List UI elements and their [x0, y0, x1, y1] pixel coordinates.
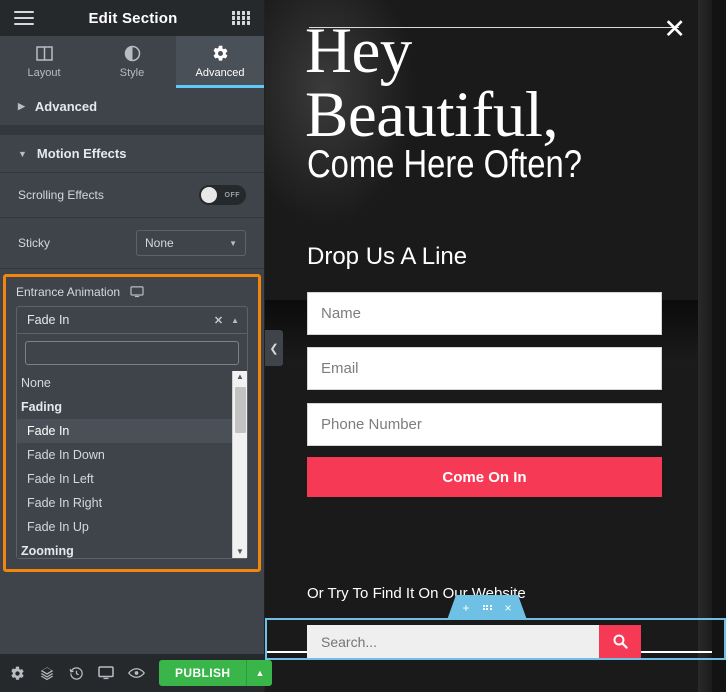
scrollbar-thumb[interactable] [235, 387, 246, 433]
grid-apps-icon[interactable] [231, 11, 250, 25]
drag-handle-dots-icon[interactable] [483, 605, 492, 611]
magnifier-icon [612, 634, 628, 649]
settings-gear-icon[interactable] [10, 666, 25, 681]
panel-header: Edit Section [0, 0, 264, 36]
preview-eye-icon[interactable] [128, 667, 145, 679]
elementor-editor: Edit Section Layout Style Advanced ▶ Adv… [0, 0, 726, 692]
scrolling-effects-label: Scrolling Effects [18, 188, 104, 202]
tab-style-label: Style [119, 67, 145, 79]
option-fade-in-right[interactable]: Fade In Right [17, 491, 232, 515]
entrance-animation-label-row: Entrance Animation [16, 285, 248, 299]
section-edit-toolbar: + × [447, 595, 527, 620]
popup-close-x-icon[interactable]: ✕ [663, 16, 686, 43]
option-none[interactable]: None [17, 371, 232, 395]
panel-title: Edit Section [88, 9, 178, 27]
option-fade-in[interactable]: Fade In [17, 419, 232, 443]
hamburger-icon[interactable] [14, 11, 34, 25]
entrance-animation-label: Entrance Animation [16, 285, 121, 299]
search-form [307, 625, 641, 658]
sticky-select[interactable]: None ▼ [136, 230, 246, 256]
tab-style[interactable]: Style [88, 36, 176, 88]
responsive-monitor-icon[interactable] [98, 666, 114, 680]
tab-advanced-label: Advanced [195, 67, 245, 79]
option-fade-in-up[interactable]: Fade In Up [17, 515, 232, 539]
option-fade-in-left[interactable]: Fade In Left [17, 467, 232, 491]
x-clear-icon[interactable]: ✕ [214, 314, 223, 327]
entrance-animation-search-input[interactable] [25, 341, 239, 365]
panel-divider [0, 126, 264, 135]
entrance-animation-options-list[interactable]: None Fading Fade In Fade In Down Fade In… [17, 371, 247, 558]
popup-heading-serif: Hey Beautiful, [305, 15, 559, 151]
panel-body: ▶ Advanced ▼ Motion Effects Scrolling Ef… [0, 88, 264, 654]
search-submit-button[interactable] [599, 625, 641, 658]
chevron-right-icon: ▶ [18, 101, 25, 111]
option-group-fading: Fading [21, 400, 62, 414]
popup-heading-condensed: Come Here Often? [307, 143, 582, 186]
editor-panel: Edit Section Layout Style Advanced ▶ Adv… [0, 0, 273, 692]
submit-button[interactable]: Come On In [307, 457, 662, 497]
entrance-animation-control: Entrance Animation Fade In ✕ ▲ None Fadi… [3, 274, 261, 572]
history-clock-icon[interactable] [69, 666, 84, 681]
tab-layout-label: Layout [27, 67, 61, 79]
gear-icon [213, 45, 227, 61]
option-group-zooming: Zooming [21, 544, 74, 558]
chevron-down-icon: ▼ [18, 148, 27, 159]
desktop-monitor-icon[interactable] [130, 286, 144, 298]
control-scrolling-effects: Scrolling Effects OFF [0, 173, 264, 218]
select-controls: ✕ ▲ [214, 314, 239, 327]
tab-layout[interactable]: Layout [0, 36, 88, 88]
delete-section-icon[interactable]: × [505, 601, 512, 615]
photo-right-edge [698, 0, 712, 692]
panel-tabs: Layout Style Advanced [0, 36, 264, 88]
scrolling-effects-toggle[interactable]: OFF [199, 185, 246, 205]
entrance-animation-search-wrap [17, 334, 247, 371]
preview-canvas: ✕ Hey Beautiful, Come Here Often? Drop U… [265, 0, 726, 692]
scroll-down-arrow-icon[interactable]: ▼ [236, 546, 244, 558]
popup-modal: ✕ Hey Beautiful, Come Here Often? Drop U… [265, 0, 712, 692]
section-motion-effects-label: Motion Effects [36, 146, 127, 161]
section-advanced-label: Advanced [34, 99, 98, 114]
scroll-up-arrow-icon[interactable]: ▲ [236, 371, 244, 383]
toggle-knob [201, 187, 217, 203]
entrance-animation-select: Fade In ✕ ▲ None Fading Fade In Fade In [16, 306, 248, 559]
toggle-state-label: OFF [224, 191, 240, 199]
options-scrollbar[interactable]: ▲ ▼ [232, 371, 247, 558]
panel-footer: PUBLISH ▲ [0, 654, 273, 692]
sticky-value: None [145, 236, 174, 250]
control-sticky: Sticky None ▼ [0, 218, 264, 269]
search-input[interactable] [307, 625, 599, 658]
name-field[interactable]: Name [307, 292, 662, 335]
entrance-animation-selected-row[interactable]: Fade In ✕ ▲ [17, 307, 247, 334]
add-section-icon[interactable]: + [462, 601, 469, 615]
panel-collapse-chevron-left-icon[interactable]: ❮ [265, 330, 283, 366]
publish-button[interactable]: PUBLISH [159, 660, 247, 686]
sticky-label: Sticky [18, 236, 51, 250]
entrance-animation-value: Fade In [27, 313, 70, 327]
publish-options-caret-up-icon[interactable]: ▲ [246, 660, 273, 686]
phone-field[interactable]: Phone Number [307, 403, 662, 446]
section-advanced[interactable]: ▶ Advanced [0, 88, 264, 126]
section-motion-effects[interactable]: ▼ Motion Effects [0, 135, 264, 173]
publish-group: PUBLISH ▲ [159, 660, 273, 686]
email-field[interactable]: Email [307, 347, 662, 390]
layers-navigator-icon[interactable] [39, 666, 55, 681]
chevron-down-icon: ▼ [229, 238, 237, 248]
contrast-half-circle-icon [124, 45, 140, 62]
option-fade-in-down[interactable]: Fade In Down [17, 443, 232, 467]
form-title: Drop Us A Line [307, 243, 468, 270]
tab-advanced[interactable]: Advanced [176, 36, 264, 88]
columns-icon [35, 46, 53, 61]
caret-up-icon[interactable]: ▲ [231, 316, 239, 325]
